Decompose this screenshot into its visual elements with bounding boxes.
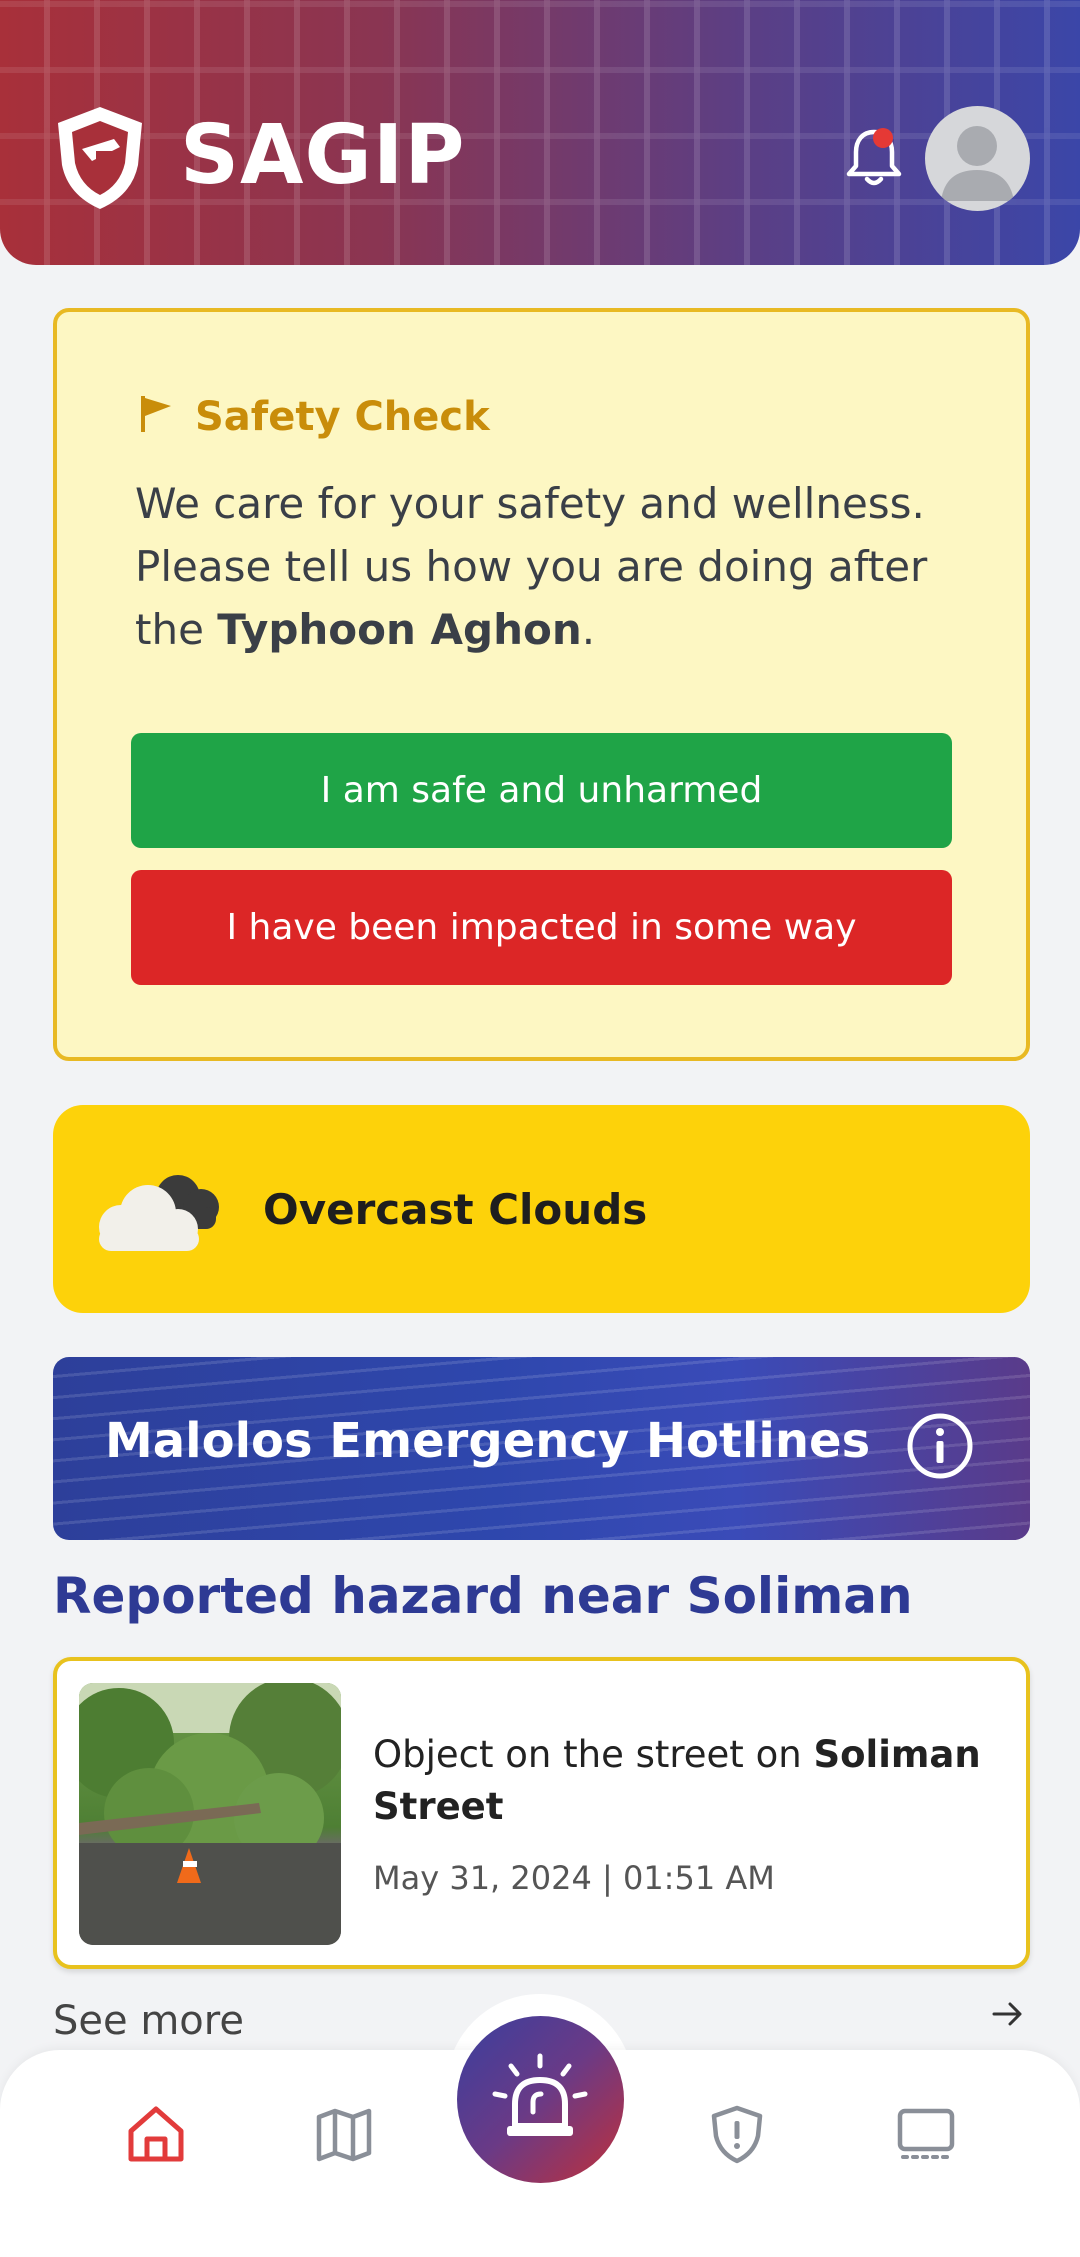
user-avatar-icon xyxy=(941,126,1014,201)
notification-badge xyxy=(873,128,893,148)
app-header: SAGIP xyxy=(0,0,1080,265)
monitor-icon[interactable] xyxy=(895,2103,957,2165)
app-title: SAGIP xyxy=(180,108,466,203)
hotlines-title: Malolos Emergency Hotlines xyxy=(105,1413,871,1469)
avatar[interactable] xyxy=(925,106,1030,211)
home-screen: SAGIP Safety Check We care for your safe… xyxy=(0,0,1080,2257)
hazard-datetime: May 31, 2024 | 01:51 AM xyxy=(373,1859,775,1897)
hazard-description: Object on the street on Soliman Street xyxy=(373,1729,993,1833)
safety-check-card: Safety Check We care for your safety and… xyxy=(53,308,1030,1061)
safety-check-line3: the Typhoon Aghon. xyxy=(135,598,955,661)
typhoon-name: Typhoon Aghon xyxy=(217,605,582,654)
hazard-photo xyxy=(79,1683,341,1945)
emergency-siren-button[interactable] xyxy=(457,2016,624,2183)
safety-check-line1: We care for your safety and wellness. xyxy=(135,479,925,528)
safety-check-message: We care for your safety and wellness. Pl… xyxy=(135,472,955,661)
flag-icon xyxy=(141,396,171,432)
weather-card[interactable]: Overcast Clouds xyxy=(53,1105,1030,1313)
text-prefix: the xyxy=(135,605,218,654)
cloud-icon xyxy=(99,1175,219,1251)
safety-check-title: Safety Check xyxy=(195,394,490,440)
siren-icon xyxy=(492,2053,588,2136)
hazard-description-prefix: Object on the street on xyxy=(373,1733,814,1776)
hazard-report-card[interactable]: Object on the street on Soliman Street M… xyxy=(53,1657,1030,1969)
info-icon[interactable] xyxy=(906,1412,974,1480)
home-icon[interactable] xyxy=(125,2103,187,2165)
text-suffix: . xyxy=(581,605,596,654)
shield-alert-icon[interactable] xyxy=(706,2103,768,2165)
arrow-right-icon[interactable] xyxy=(990,1996,1026,2032)
emergency-hotlines-banner[interactable]: Malolos Emergency Hotlines xyxy=(53,1357,1030,1540)
hazard-section-title: Reported hazard near Soliman xyxy=(53,1567,913,1625)
header-background-image xyxy=(0,0,1080,265)
map-icon[interactable] xyxy=(313,2103,375,2165)
safe-button[interactable]: I am safe and unharmed xyxy=(131,733,952,848)
safety-check-line2: Please tell us how you are doing after xyxy=(135,542,928,591)
see-more-link[interactable]: See more xyxy=(53,1998,244,2044)
weather-label: Overcast Clouds xyxy=(263,1185,648,1234)
sagip-shield-logo-icon xyxy=(58,107,142,209)
impacted-button[interactable]: I have been impacted in some way xyxy=(131,870,952,985)
